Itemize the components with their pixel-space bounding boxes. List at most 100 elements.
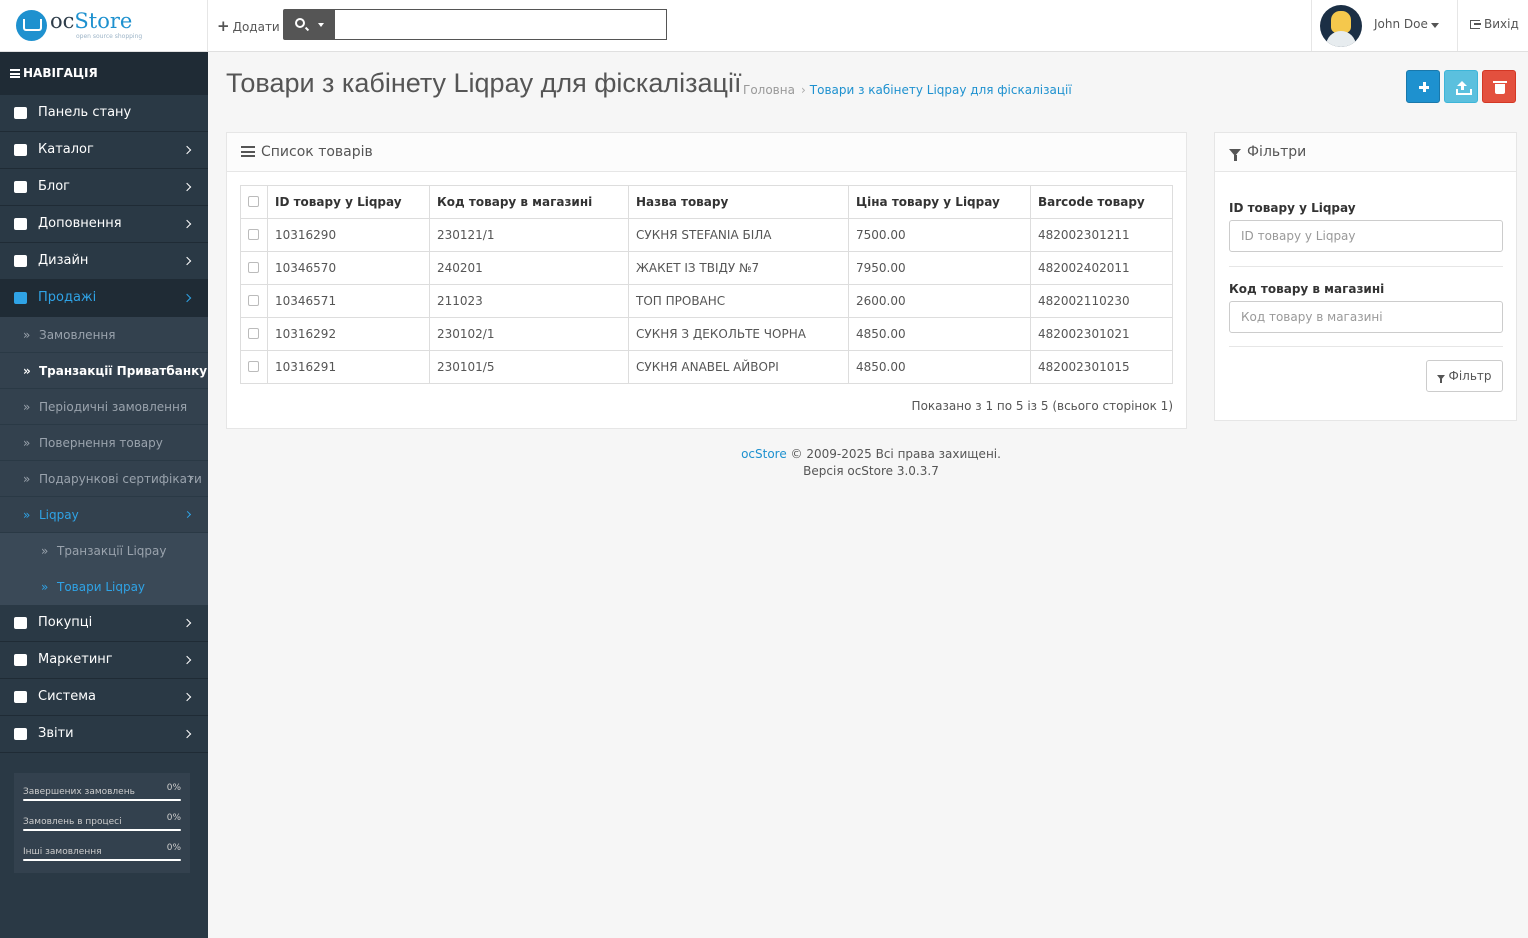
sidebar-subitem-recurring-orders[interactable]: Періодичні замовлення — [0, 389, 208, 425]
upload-button[interactable] — [1444, 70, 1478, 103]
column-header[interactable]: Barcode товару — [1030, 185, 1173, 219]
user-name[interactable]: John Doe — [1374, 17, 1428, 31]
caret-down-icon[interactable] — [1431, 23, 1439, 28]
sign-out-icon — [1470, 20, 1481, 29]
filter-store-code-label: Код товару в магазині — [1229, 282, 1385, 296]
row-checkbox[interactable] — [248, 361, 259, 372]
table-row: 10316292 230102/1 СУКНЯ З ДЕКОЛЬТЕ ЧОРНА… — [240, 317, 1173, 351]
products-table: ID товару у Liqpay Код товару в магазині… — [240, 185, 1173, 384]
sidebar-subitem-gift-vouchers[interactable]: Подарункові сертифікати — [0, 461, 208, 497]
sidebar-item-marketing[interactable]: Маркетинг — [0, 642, 208, 679]
select-all-checkbox[interactable] — [248, 196, 259, 207]
column-header[interactable]: Ціна товару у Liqpay — [848, 185, 1031, 219]
header-divider — [207, 0, 208, 51]
cell-liqpay-id: 10316290 — [267, 218, 430, 252]
order-stats: Завершених замовлень 0% Замовлень в проц… — [14, 773, 190, 873]
row-checkbox[interactable] — [248, 262, 259, 273]
breadcrumb-home[interactable]: Головна — [743, 83, 795, 97]
row-checkbox[interactable] — [248, 295, 259, 306]
cell-price: 4850.00 — [848, 317, 1031, 351]
row-checkbox[interactable] — [248, 328, 259, 339]
stat-other: Інші замовлення 0% — [23, 843, 181, 873]
sidebar-item-dashboard[interactable]: Панель стану — [0, 95, 208, 132]
chevron-right-icon — [182, 618, 192, 628]
sidebar-item-system[interactable]: Система — [0, 679, 208, 716]
cell-barcode: 482002301021 — [1030, 317, 1173, 351]
divider — [1229, 266, 1503, 267]
pagination-summary: Показано з 1 по 5 із 5 (всього сторінок … — [911, 399, 1173, 413]
cell-store-code: 230102/1 — [429, 317, 629, 351]
book-icon — [14, 181, 27, 193]
progress-bar — [23, 859, 181, 861]
cart-logo-icon — [16, 10, 47, 41]
sidebar-item-reports[interactable]: Звіти — [0, 716, 208, 753]
logo-tagline: open source shopping — [76, 33, 143, 40]
user-avatar[interactable] — [1320, 5, 1362, 47]
cog-icon — [14, 691, 27, 703]
ocstore-logo[interactable]: ocStore open source shopping — [16, 9, 143, 43]
filter-liqpay-id-input[interactable] — [1229, 220, 1503, 252]
sidebar-subitem-privatbank-transactions[interactable]: Транзакції Приватбанку — [0, 353, 208, 389]
cell-store-code: 230101/5 — [429, 350, 629, 384]
add-new-button[interactable] — [1406, 70, 1440, 103]
column-header[interactable]: ID товару у Liqpay — [267, 185, 430, 219]
sidebar-item-extensions[interactable]: Доповнення — [0, 206, 208, 243]
sidebar-item-sales[interactable]: Продажі — [0, 280, 208, 317]
add-button[interactable]: + Додати — [217, 17, 280, 35]
column-header[interactable]: Код товару в магазині — [429, 185, 629, 219]
logout-link[interactable]: Вихід — [1470, 17, 1519, 31]
sidebar-item-blog[interactable]: Блог — [0, 169, 208, 206]
filter-store-code-input[interactable] — [1229, 301, 1503, 333]
cell-liqpay-id: 10346570 — [267, 251, 430, 285]
header-divider — [1457, 0, 1458, 51]
row-select-cell — [240, 317, 268, 351]
cell-barcode: 482002301015 — [1030, 350, 1173, 384]
sidebar-subitem-returns[interactable]: Повернення товару — [0, 425, 208, 461]
row-select-cell — [240, 350, 268, 384]
page-title: Товари з кабінету Liqpay для фіскалізаці… — [226, 68, 742, 98]
cell-barcode: 482002402011 — [1030, 251, 1173, 285]
cell-product-name: СУКНЯ STEFANIA БІЛА — [628, 218, 849, 252]
search-icon — [295, 18, 305, 28]
user-icon — [14, 617, 27, 629]
footer-brand-link[interactable]: ocStore — [741, 447, 787, 461]
tags-icon — [14, 144, 27, 156]
cell-product-name: СУКНЯ З ДЕКОЛЬТЕ ЧОРНА — [628, 317, 849, 351]
logo-text: ocStore — [50, 9, 133, 33]
sidebar-subitem-liqpay-transactions[interactable]: Транзакції Liqpay — [0, 533, 208, 569]
chevron-right-icon — [183, 510, 192, 519]
caret-down-icon — [318, 23, 324, 27]
delete-button[interactable] — [1482, 70, 1516, 103]
top-header: ocStore open source shopping + Додати Joh… — [0, 0, 1528, 52]
sidebar-item-customers[interactable]: Покупці — [0, 605, 208, 642]
filter-liqpay-id-label: ID товару у Liqpay — [1229, 201, 1356, 215]
column-header[interactable]: Назва товару — [628, 185, 849, 219]
breadcrumb-current[interactable]: Товари з кабінету Liqpay для фіскалізаці… — [810, 83, 1072, 97]
sidebar-subitem-liqpay[interactable]: Liqpay — [0, 497, 208, 533]
sidebar-subitem-liqpay-products[interactable]: Товари Liqpay — [0, 569, 208, 605]
filter-button[interactable]: Фільтр — [1426, 360, 1503, 392]
row-select-cell — [240, 251, 268, 285]
list-icon — [241, 146, 255, 157]
cell-liqpay-id: 10316291 — [267, 350, 430, 384]
divider — [1229, 346, 1503, 347]
sidebar-item-design[interactable]: Дизайн — [0, 243, 208, 280]
panel-heading: Список товарів — [227, 133, 1186, 172]
table-row: 10346571 211023 ТОП ПРОВАНС 2600.00 4820… — [240, 284, 1173, 318]
row-checkbox[interactable] — [248, 229, 259, 240]
puzzle-icon — [14, 218, 27, 230]
search-dropdown-button[interactable] — [283, 9, 335, 40]
progress-bar — [23, 799, 181, 801]
table-row: 10316291 230101/5 СУКНЯ ANABEL АЙВОРІ 48… — [240, 350, 1173, 384]
cell-price: 7500.00 — [848, 218, 1031, 252]
sidebar-item-catalog[interactable]: Каталог — [0, 132, 208, 169]
cart-icon — [14, 292, 27, 304]
cell-product-name: ЖАКЕТ ІЗ ТВІДУ №7 — [628, 251, 849, 285]
search-input[interactable] — [334, 9, 667, 40]
cell-price: 2600.00 — [848, 284, 1031, 318]
cell-liqpay-id: 10316292 — [267, 317, 430, 351]
chevron-right-icon — [182, 256, 192, 266]
cell-store-code: 211023 — [429, 284, 629, 318]
stat-processing: Замовлень в процесі 0% — [23, 813, 181, 843]
sidebar-subitem-orders[interactable]: Замовлення — [0, 317, 208, 353]
